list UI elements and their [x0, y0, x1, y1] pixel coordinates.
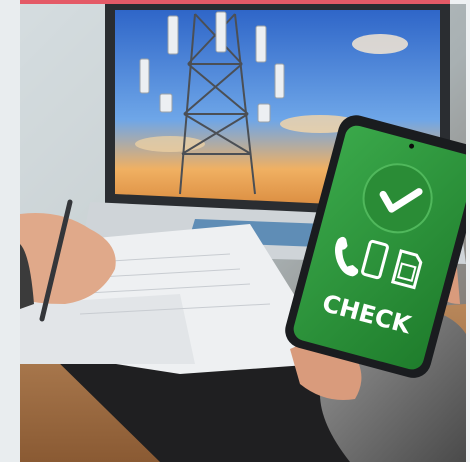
cloud [352, 34, 408, 54]
cloud [135, 136, 205, 152]
hero-photo: CHECK [20, 4, 466, 462]
photo-scene: CHECK [20, 4, 466, 462]
screenshot-frame: CHECK [0, 0, 470, 462]
left-margin [0, 0, 20, 462]
